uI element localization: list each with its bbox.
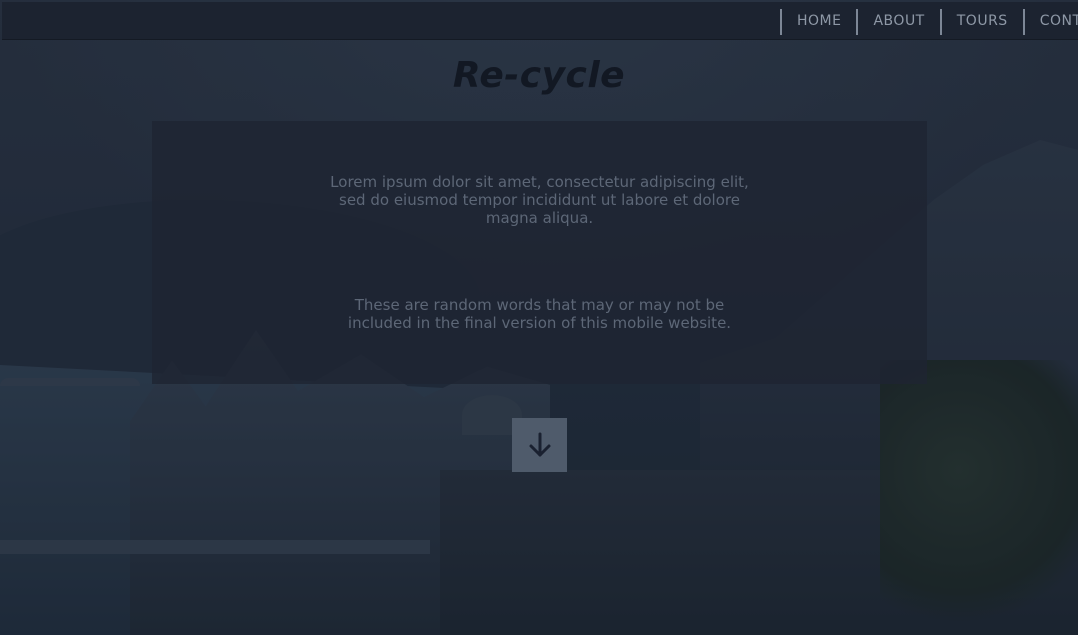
nav-link-tours[interactable]: TOURS xyxy=(942,13,1023,29)
nav-link-home[interactable]: HOME xyxy=(782,13,856,29)
page-title: Re-cycle xyxy=(452,55,626,96)
nav-item-about[interactable]: ABOUT xyxy=(856,2,939,39)
nav-link-contact[interactable]: CONT xyxy=(1025,13,1078,29)
scroll-down-button[interactable] xyxy=(512,418,567,472)
intro-box: Lorem ipsum dolor sit amet, consectetur … xyxy=(152,121,927,384)
page: HOME ABOUT TOURS CONT Re-cycle Lorem ips… xyxy=(0,0,1078,635)
intro-paragraph-2: These are random words that may or may n… xyxy=(347,296,732,332)
arrow-down-icon xyxy=(529,432,550,457)
intro-paragraph-1: Lorem ipsum dolor sit amet, consectetur … xyxy=(330,173,749,227)
nav-item-tours[interactable]: TOURS xyxy=(939,2,1023,39)
nav-menu: HOME ABOUT TOURS CONT xyxy=(780,2,1078,39)
nav-item-home[interactable]: HOME xyxy=(780,2,856,39)
top-navbar: HOME ABOUT TOURS CONT xyxy=(2,2,1078,40)
nav-item-contact[interactable]: CONT xyxy=(1022,2,1078,39)
nav-link-about[interactable]: ABOUT xyxy=(858,13,939,29)
